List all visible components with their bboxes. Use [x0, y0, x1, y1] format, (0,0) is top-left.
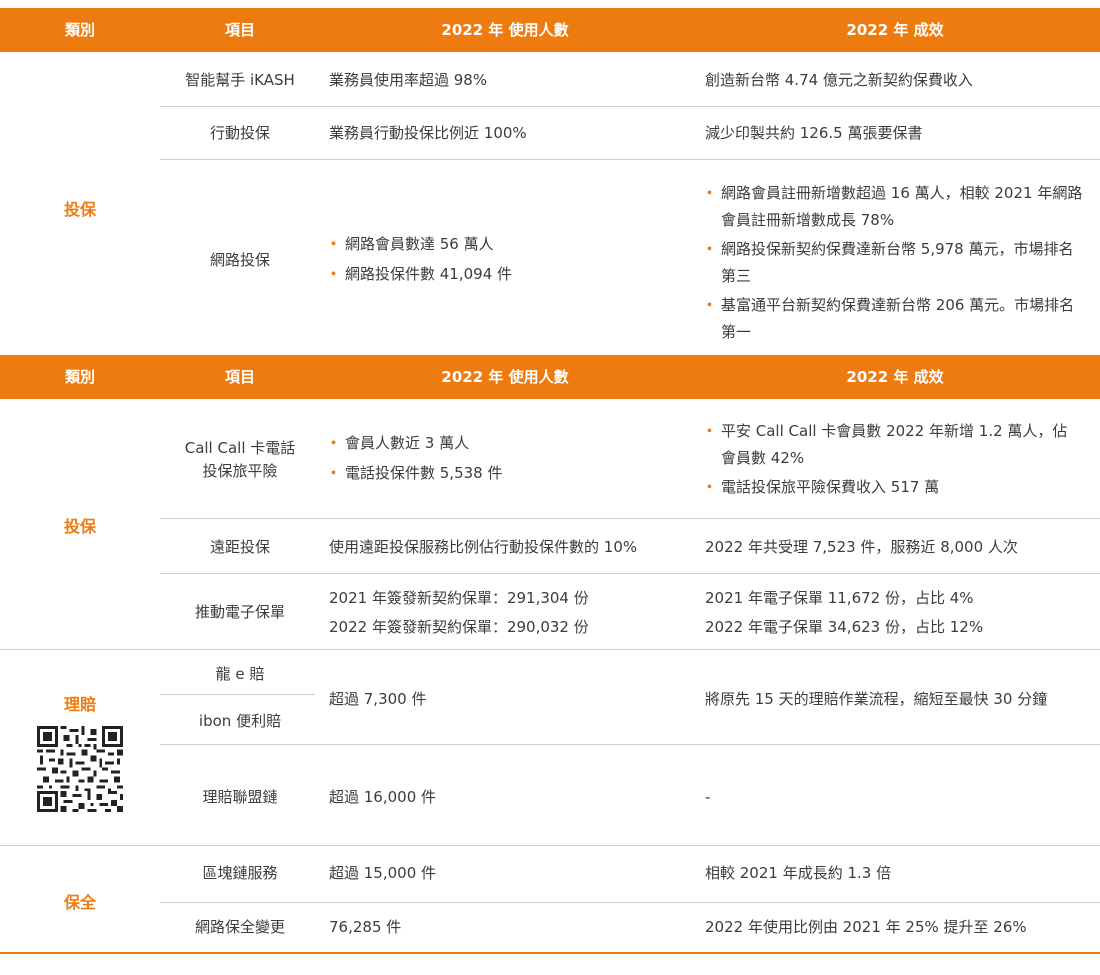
users-bullet: 會員人數近 3 萬人 — [326, 432, 689, 454]
effect-bullet: 電話投保旅平險保費收入 517 萬 — [702, 474, 1080, 501]
header-users: 2022 年 使用人數 — [441, 368, 569, 386]
table-header: 類別 項目 2022 年 使用人數 2022 年 成效 — [0, 355, 1100, 399]
users-line: 2022 年簽發新契約保單：290,032 份 — [329, 618, 589, 636]
effect-bullet: 網路投保新契約保費達新台幣 5,978 萬元，市場排名第三 — [702, 236, 1085, 290]
effect-bullet: 平安 Call Call 卡會員數 2022 年新增 1.2 萬人，佔會員數 4… — [702, 418, 1080, 472]
row-divider — [160, 902, 1100, 903]
users-value: 使用遠距投保服務比例佔行動投保件數的 10% — [329, 538, 638, 556]
effect-bullet: 網路會員註冊新增數超過 16 萬人，相較 2021 年網路會員註冊新增數成長 7… — [702, 180, 1085, 234]
effect-list: 2021 年電子保單 11,672 份，占比 4% 2022 年電子保單 34,… — [705, 587, 1090, 638]
effect-bullet: 基富通平台新契約保費達新台幣 206 萬元。市場排名第一 — [702, 292, 1085, 346]
users-value: 業務員使用率超過 98% — [329, 71, 488, 89]
users-value: 業務員行動投保比例近 100% — [329, 124, 527, 142]
header-item: 項目 — [224, 368, 255, 386]
users-value: 76,285 件 — [329, 918, 402, 936]
item-name: Call Call 卡電話 投保旅平險 — [160, 437, 320, 483]
effect-value: - — [705, 788, 711, 806]
effect-value: 減少印製共約 126.5 萬張要保書 — [705, 124, 923, 142]
header-effect: 2022 年 成效 — [846, 21, 944, 39]
effect-value: 創造新台幣 4.74 億元之新契約保費收入 — [705, 71, 973, 89]
section-divider — [0, 649, 1100, 650]
effect-line: 2021 年電子保單 11,672 份，占比 4% — [705, 589, 974, 607]
category-label: 保全 — [63, 893, 96, 912]
item-name: 行動投保 — [209, 124, 270, 142]
users-bullet: 網路投保件數 41,094 件 — [326, 263, 689, 285]
row-divider — [160, 106, 1100, 107]
effect-value: 2022 年共受理 7,523 件，服務近 8,000 人次 — [705, 538, 1018, 556]
users-value: 超過 16,000 件 — [329, 788, 437, 806]
header-item: 項目 — [224, 21, 255, 39]
users-list: 2021 年簽發新契約保單：291,304 份 2022 年簽發新契約保單：29… — [329, 587, 689, 638]
row-divider — [160, 159, 1100, 160]
item-name: 遠距投保 — [209, 538, 270, 556]
item-name-line: Call Call 卡電話 — [184, 439, 296, 457]
item-name: 龍 e 賠 — [215, 665, 265, 683]
effect-value: 2022 年使用比例由 2021 年 25% 提升至 26% — [705, 918, 1027, 936]
users-list: 網路會員數達 56 萬人 網路投保件數 41,094 件 — [326, 233, 689, 285]
category-label: 理賠 — [63, 695, 96, 714]
effect-list: 平安 Call Call 卡會員數 2022 年新增 1.2 萬人，佔會員數 4… — [702, 418, 1080, 501]
users-value: 超過 15,000 件 — [329, 864, 437, 882]
section-divider — [0, 845, 1100, 846]
category-label: 投保 — [63, 200, 96, 219]
users-list: 會員人數近 3 萬人 電話投保件數 5,538 件 — [326, 432, 689, 484]
item-name: 區塊鏈服務 — [202, 864, 278, 882]
row-divider — [160, 744, 1100, 745]
item-name: 網路投保 — [209, 251, 270, 269]
item-name: 智能幫手 iKASH — [185, 71, 295, 89]
effect-line: 2022 年電子保單 34,623 份，占比 12% — [705, 618, 984, 636]
row-divider — [160, 518, 1100, 519]
header-effect: 2022 年 成效 — [846, 368, 944, 386]
users-line: 2021 年簽發新契約保單：291,304 份 — [329, 589, 589, 607]
users-value: 超過 7,300 件 — [329, 690, 427, 708]
header-users: 2022 年 使用人數 — [441, 21, 569, 39]
row-divider — [160, 694, 315, 695]
header-category: 類別 — [64, 21, 95, 39]
users-bullet: 網路會員數達 56 萬人 — [326, 233, 689, 255]
item-name: 理賠聯盟鏈 — [202, 788, 278, 806]
qr-code-icon[interactable] — [37, 726, 123, 812]
category-label: 投保 — [63, 517, 96, 536]
table-header: 類別 項目 2022 年 使用人數 2022 年 成效 — [0, 8, 1100, 52]
item-name: ibon 便利賠 — [198, 712, 282, 730]
header-category: 類別 — [64, 368, 95, 386]
effect-value: 將原先 15 天的理賠作業流程，縮短至最快 30 分鐘 — [705, 690, 1048, 708]
item-name-line: 投保旅平險 — [202, 462, 278, 480]
item-name: 網路保全變更 — [194, 918, 285, 936]
effect-list: 網路會員註冊新增數超過 16 萬人，相較 2021 年網路會員註冊新增數成長 7… — [702, 180, 1085, 346]
effect-value: 相較 2021 年成長約 1.3 倍 — [705, 864, 892, 882]
users-bullet: 電話投保件數 5,538 件 — [326, 462, 689, 484]
row-divider — [160, 573, 1100, 574]
table-bottom-border — [0, 952, 1100, 954]
item-name: 推動電子保單 — [194, 603, 285, 621]
